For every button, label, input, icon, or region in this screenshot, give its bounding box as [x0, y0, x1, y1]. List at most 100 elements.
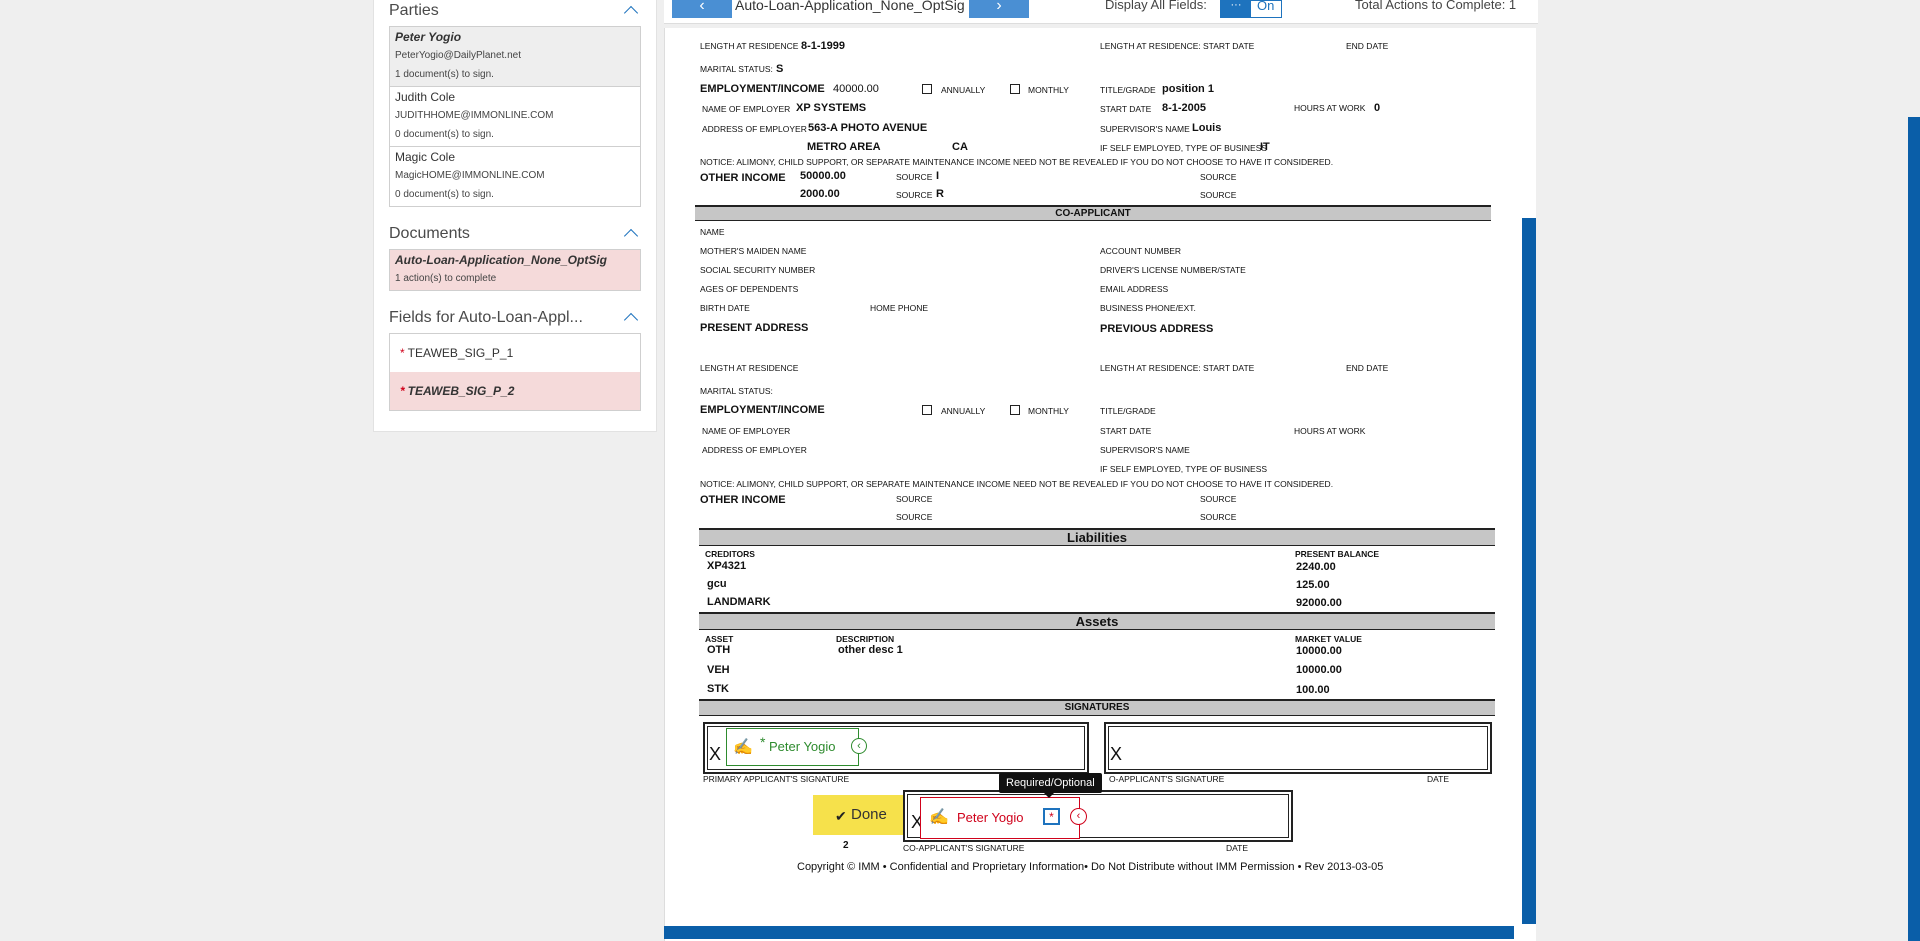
doc-value: 50000.00	[800, 170, 846, 182]
prev-document-button[interactable]: ‹	[672, 0, 732, 18]
parties-header[interactable]: Parties	[374, 0, 656, 26]
doc-label: BUSINESS PHONE/EXT.	[1100, 303, 1196, 313]
liability-name: LANDMARK	[707, 596, 771, 608]
doc-label: SOURCE	[896, 512, 933, 522]
asset-code: STK	[707, 683, 729, 695]
doc-label: START DATE	[1100, 426, 1152, 436]
party-name: Judith Cole	[395, 90, 456, 104]
liability-balance: 92000.00	[1296, 597, 1342, 609]
viewer-vertical-scrollbar[interactable]	[1522, 218, 1536, 924]
check-icon: ✔	[835, 808, 847, 824]
doc-label: CO-APPLICANT'S SIGNATURE	[903, 843, 1025, 853]
doc-label: PRIMARY APPLICANT'S SIGNATURE	[703, 774, 850, 784]
annually-checkbox[interactable]	[922, 84, 932, 94]
liabilities-band: Liabilities	[699, 528, 1495, 546]
chevron-up-icon[interactable]	[623, 312, 639, 328]
doc-value: I	[936, 170, 940, 182]
doc-label: O-APPLICANT'S SIGNATURE	[1109, 774, 1225, 784]
doc-label: SOURCE	[1200, 190, 1237, 200]
party-item-peter[interactable]: Peter Yogio PeterYogio@DailyPlanet.net 1…	[390, 27, 640, 87]
doc-heading: PRESENT ADDRESS	[700, 322, 809, 334]
doc-label: ANNUALLY	[941, 406, 986, 416]
doc-label: HOURS AT WORK	[1294, 426, 1366, 436]
doc-value: Louis	[1192, 122, 1222, 134]
doc-label: IF SELF EMPLOYED, TYPE OF BUSINESS	[1100, 143, 1268, 153]
signature-x-mark: X	[709, 744, 722, 764]
doc-heading: OTHER INCOME	[700, 172, 786, 184]
doc-label: NAME OF EMPLOYER	[702, 104, 791, 114]
doc-label: SUPERVISOR'S NAME	[1100, 445, 1190, 455]
doc-label: ADDRESS OF EMPLOYER	[702, 124, 807, 134]
page-scrollbar[interactable]	[1908, 117, 1920, 941]
doc-label: START DATE	[1203, 41, 1255, 51]
doc-label: MARITAL STATUS:	[700, 64, 773, 74]
party-item-judith[interactable]: Judith Cole JUDITHHOME@IMMONLINE.COM 0 d…	[390, 87, 640, 147]
viewer-horizontal-scrollbar[interactable]	[664, 926, 1514, 939]
doc-label: MONTHLY	[1028, 85, 1069, 95]
doc-label: MONTHLY	[1028, 406, 1069, 416]
doc-label: MOTHER'S MAIDEN NAME	[700, 246, 807, 256]
party-status: 0 document(s) to sign.	[395, 189, 494, 200]
doc-label: SOURCE	[896, 494, 933, 504]
liability-name: XP4321	[707, 560, 747, 572]
toggle-state: On	[1257, 0, 1275, 13]
monthly-checkbox[interactable]	[1010, 84, 1020, 94]
fields-title: Fields for Auto-Loan-Appl...	[389, 309, 583, 326]
documents-header[interactable]: Documents	[374, 223, 656, 249]
signatures-band: SIGNATURES	[699, 699, 1495, 716]
field-item-sig-p2[interactable]: * TEAWEB_SIG_P_2	[390, 372, 640, 410]
field-options-icon[interactable]: ‹	[851, 738, 867, 754]
sidebar: Parties Peter Yogio PeterYogio@DailyPlan…	[373, 0, 657, 432]
doc-label: SOURCE	[1200, 512, 1237, 522]
doc-label: LENGTH AT RESIDENCE	[700, 41, 799, 51]
asset-desc: other desc 1	[838, 644, 903, 656]
party-item-magic[interactable]: Magic Cole MagicHOME@IMMONLINE.COM 0 doc…	[390, 147, 640, 206]
next-document-button[interactable]: ›	[969, 0, 1029, 18]
fields-header[interactable]: Fields for Auto-Loan-Appl...	[374, 307, 656, 333]
doc-value: 8-1-1999	[801, 40, 846, 52]
doc-label: EMAIL ADDRESS	[1100, 284, 1169, 294]
document-status: 1 action(s) to complete	[395, 273, 497, 284]
chevron-right-icon: ›	[996, 0, 1002, 14]
asset-code: VEH	[707, 664, 730, 676]
doc-heading: PREVIOUS ADDRESS	[1100, 323, 1214, 335]
copyright-footer: Copyright © IMM • Confidential and Propr…	[797, 861, 1384, 873]
fields-list: * TEAWEB_SIG_P_1 * TEAWEB_SIG_P_2	[389, 333, 641, 411]
co-signature-box	[1104, 722, 1492, 774]
signature-field-completed[interactable]: ✍ * Peter Yogio	[726, 728, 859, 766]
doc-value: R	[936, 188, 944, 200]
doc-label: SOURCE	[1200, 494, 1237, 504]
done-button[interactable]: Done	[813, 795, 903, 835]
doc-label: SOURCE	[896, 172, 933, 182]
chevron-up-icon[interactable]	[623, 228, 639, 244]
doc-label: SUPERVISOR'S NAME	[1100, 124, 1190, 134]
display-all-fields-label: Display All Fields:	[1105, 0, 1207, 12]
doc-value: 563-A PHOTO AVENUE	[808, 122, 928, 134]
doc-heading: EMPLOYMENT/INCOME	[700, 404, 825, 416]
doc-label: MARITAL STATUS:	[700, 386, 773, 396]
doc-label: HOURS AT WORK	[1294, 103, 1366, 113]
chevron-up-icon[interactable]	[623, 5, 639, 21]
doc-label: DATE	[1427, 774, 1450, 784]
required-optional-toggle[interactable]: *	[1043, 808, 1060, 825]
page-number: 2	[843, 840, 849, 851]
doc-label: ADDRESS OF EMPLOYER	[702, 445, 807, 455]
doc-label: SOURCE	[1200, 172, 1237, 182]
party-email: MagicHOME@IMMONLINE.COM	[395, 170, 545, 181]
doc-value: IT	[1260, 141, 1270, 153]
field-options-icon[interactable]: ‹	[1070, 808, 1087, 825]
doc-label: LENGTH AT RESIDENCE:	[1100, 363, 1201, 373]
document-item[interactable]: Auto-Loan-Application_None_OptSig 1 acti…	[390, 250, 640, 290]
doc-value: XP SYSTEMS	[796, 102, 867, 114]
doc-label: ACCOUNT NUMBER	[1100, 246, 1182, 256]
monthly-checkbox[interactable]	[1010, 405, 1020, 415]
liability-balance: 125.00	[1296, 579, 1330, 591]
toggle-knob: ···	[1221, 0, 1251, 17]
field-item-sig-p1[interactable]: * TEAWEB_SIG_P_1	[390, 334, 640, 372]
field-label: TEAWEB_SIG_P_1	[407, 346, 514, 360]
doc-label: IF SELF EMPLOYED, TYPE OF BUSINESS	[1100, 464, 1268, 474]
doc-label: SOCIAL SECURITY NUMBER	[700, 265, 816, 275]
display-all-fields-toggle[interactable]: ··· On	[1220, 0, 1282, 18]
annually-checkbox[interactable]	[922, 405, 932, 415]
done-label: Done	[851, 806, 887, 823]
